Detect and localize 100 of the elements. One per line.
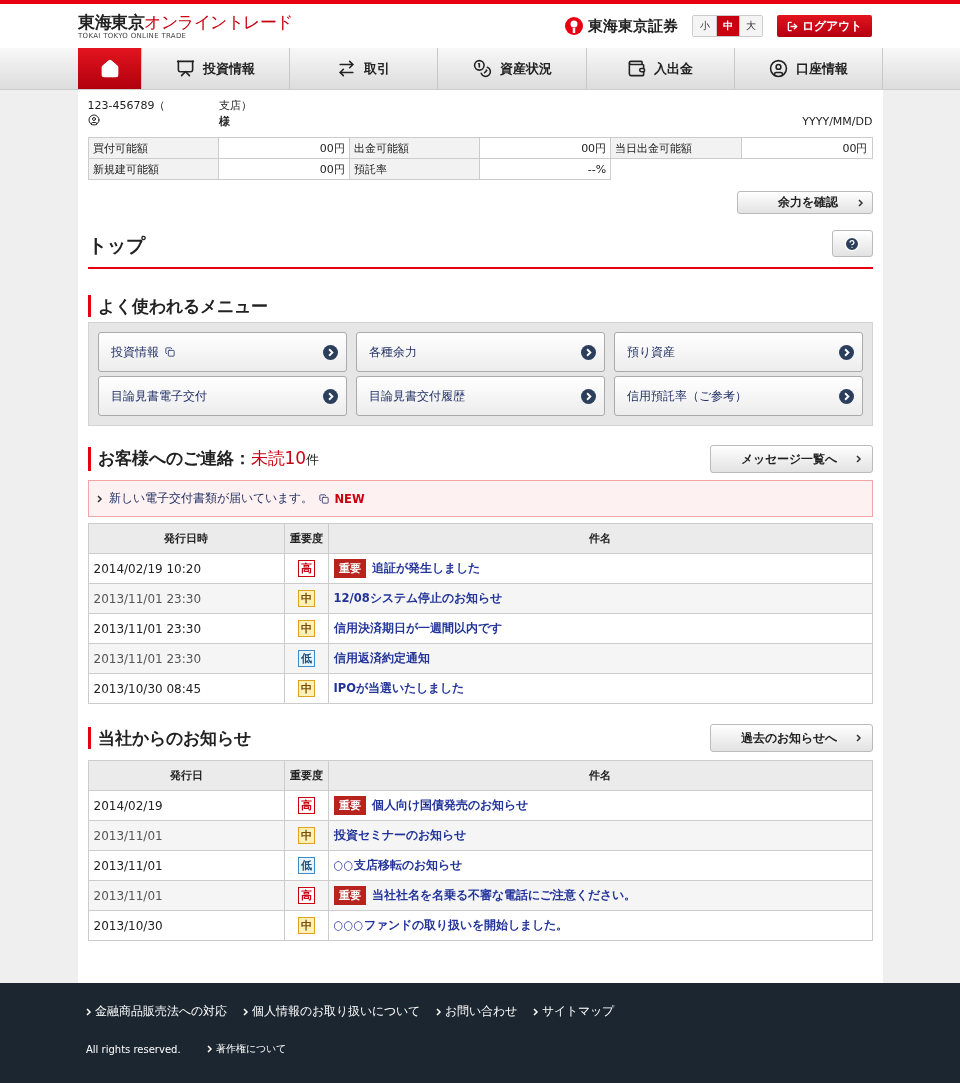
date-cell: 2014/02/19 10:20 [88, 553, 284, 584]
menu-button[interactable]: 投資情報 [97, 332, 347, 372]
footer-link[interactable]: 個人情報のお取り扱いについて [252, 1003, 420, 1020]
coins-icon [472, 59, 492, 78]
wallet-icon [627, 59, 647, 78]
user-icon [87, 114, 100, 126]
balance-value: 00円 [741, 137, 872, 159]
subject-link[interactable]: 信用返済約定通知 [333, 651, 430, 666]
subject-link[interactable]: IPOが当選いたしました [333, 681, 464, 696]
arrow-circle-icon [322, 388, 338, 404]
section-title: よく使われるメニュー [87, 295, 268, 317]
nav-tab[interactable]: 入出金 [586, 48, 735, 89]
balance-label: 買付可能額 [88, 137, 219, 159]
chevron-icon [436, 1007, 442, 1016]
copyright-text: All rights reserved. [86, 1043, 181, 1055]
brand-name: 東海東京証券 [588, 16, 678, 36]
priority-badge: 高 [297, 887, 315, 904]
priority-badge: 高 [297, 560, 315, 577]
chevron-icon [206, 1045, 213, 1053]
menu-button[interactable]: 信用預託率（ご参考） [613, 376, 863, 416]
nav-tab[interactable]: 取引 [290, 48, 439, 89]
help-button[interactable] [831, 230, 873, 257]
subject-link[interactable]: 個人向け国債発売のお知らせ [371, 798, 528, 813]
subject-link[interactable]: 投資セミナーのお知らせ [333, 828, 466, 843]
balance-value: --% [479, 158, 611, 180]
footer-link[interactable]: 金融商品販売法への対応 [95, 1003, 227, 1020]
column-header: 重要度 [284, 523, 328, 554]
chevron-icon [86, 1007, 92, 1016]
chevron-icon [243, 1007, 249, 1016]
message-list-button[interactable]: メッセージ一覧へ [709, 445, 873, 473]
account-number: 123-456789（ [87, 98, 167, 114]
help-icon [844, 235, 860, 252]
chevron-icon [855, 734, 862, 742]
external-window-icon [164, 347, 175, 357]
date-cell: 2013/11/01 23:30 [88, 613, 284, 644]
past-news-button[interactable]: 過去のお知らせへ [709, 724, 873, 752]
date-label: YYYY/MM/DD [802, 114, 873, 130]
menu-button[interactable]: 目論見書交付履歴 [355, 376, 605, 416]
subject-link[interactable]: 追証が発生しました [371, 561, 480, 576]
menu-button[interactable]: 預り資産 [613, 332, 863, 372]
presentation-icon [176, 59, 196, 78]
column-header: 発行日 [88, 760, 284, 791]
section-title: お客様へのご連絡：未読10件 [87, 447, 320, 471]
important-tag: 重要 [333, 559, 366, 578]
chevron-icon [857, 198, 864, 207]
priority-badge: 低 [297, 650, 315, 667]
site-logo[interactable]: 東海東京オンライントレード [78, 12, 293, 32]
date-cell: 2013/11/01 [88, 850, 284, 881]
date-cell: 2013/10/30 [88, 910, 284, 941]
date-cell: 2013/11/01 [88, 880, 284, 911]
date-cell: 2013/10/30 08:45 [88, 673, 284, 704]
subject-link[interactable]: 12/08システム停止のお知らせ [333, 591, 502, 606]
priority-badge: 低 [297, 857, 315, 874]
footer-link[interactable]: サイトマップ [542, 1003, 614, 1020]
balance-label: 出金可能額 [349, 137, 480, 159]
important-tag: 重要 [333, 886, 366, 905]
balance-value: 00円 [218, 137, 350, 159]
chevron-icon [855, 455, 862, 463]
important-tag: 重要 [333, 796, 366, 815]
menu-button[interactable]: 各種余力 [355, 332, 605, 372]
subject-link[interactable]: 当社社名を名乗る不審な電話にご注意ください。 [371, 888, 636, 903]
subject-link[interactable]: 信用決済期日が一週間以内です [333, 621, 502, 636]
priority-badge: 中 [297, 827, 315, 844]
brand-logo-icon [564, 16, 584, 36]
external-window-icon [318, 493, 329, 504]
subject-link[interactable]: ○○支店移転のお知らせ [333, 858, 462, 873]
section-title: 当社からのお知らせ [87, 727, 251, 749]
user-icon [768, 59, 788, 78]
menu-button[interactable]: 目論見書電子交付 [97, 376, 347, 416]
font-size-button[interactable]: 大 [739, 16, 762, 36]
footer-link[interactable]: 著作権について [215, 1042, 286, 1056]
date-cell: 2014/02/19 [88, 790, 284, 821]
logout-button[interactable]: ログアウト [777, 15, 872, 37]
page-title: トップ [87, 233, 145, 258]
priority-badge: 中 [297, 620, 315, 637]
balance-label: 当日出金可能額 [610, 137, 742, 159]
chevron-icon [96, 494, 103, 503]
arrows-icon [337, 59, 357, 78]
priority-badge: 中 [297, 680, 315, 697]
column-header: 発行日時 [88, 523, 284, 554]
date-cell: 2013/11/01 23:30 [88, 643, 284, 674]
footer-link[interactable]: お問い合わせ [445, 1003, 517, 1020]
arrow-circle-icon [580, 388, 596, 404]
home-icon [99, 58, 120, 79]
font-size-button[interactable]: 中 [716, 16, 739, 36]
honorific: 様 [218, 114, 230, 130]
arrow-circle-icon [838, 388, 854, 404]
new-label: NEW [334, 491, 365, 506]
date-cell: 2013/11/01 [88, 820, 284, 851]
nav-tab[interactable]: 口座情報 [734, 48, 883, 89]
arrow-circle-icon [322, 344, 338, 360]
priority-badge: 中 [297, 590, 315, 607]
font-size-button[interactable]: 小 [693, 16, 716, 36]
branch-label: 支店） [218, 98, 252, 114]
nav-tab[interactable]: 投資情報 [142, 48, 291, 89]
priority-badge: 高 [297, 797, 315, 814]
nav-tab[interactable]: 資産状況 [438, 48, 587, 89]
nav-tab[interactable] [78, 48, 142, 89]
notice-link[interactable]: 新しい電子交付書類が届いています。 [108, 491, 313, 506]
check-balance-button[interactable]: 余力を確認 [736, 191, 873, 214]
